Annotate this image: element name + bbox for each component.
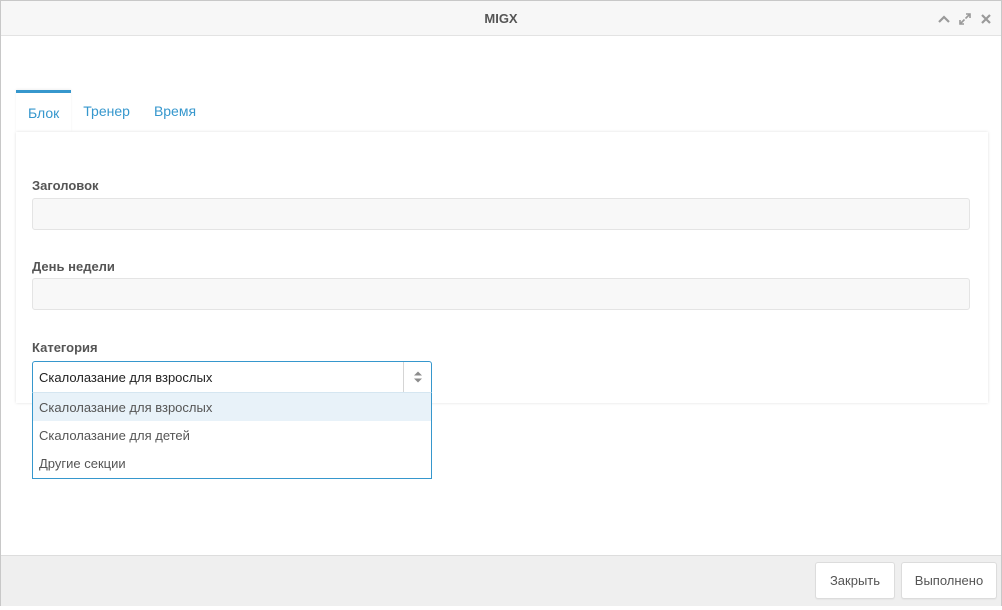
tab-time[interactable]: Время [142,90,208,132]
window-tools [935,10,995,28]
category-option[interactable]: Скалолазание для взрослых [33,393,431,421]
category-option[interactable]: Другие секции [33,449,431,477]
tab-strip: Блок Тренер Время [16,90,208,132]
weekday-field-label: День недели [32,259,115,274]
migx-dialog: MIGX Блок Тренер Время Заголовок День не… [0,0,1002,606]
category-options-list: Скалолазание для взрослых Скалолазание д… [32,392,432,479]
title-field-label: Заголовок [32,178,99,193]
category-field-label: Категория [32,340,98,355]
weekday-field-input[interactable] [32,278,970,310]
category-select[interactable]: Скалолазание для взрослых [32,361,432,393]
expand-icon[interactable] [956,10,974,28]
title-field-input[interactable] [32,198,970,230]
category-select-value: Скалолазание для взрослых [39,370,213,385]
close-button[interactable]: Закрыть [815,562,895,599]
category-option[interactable]: Скалолазание для детей [33,421,431,449]
tab-block[interactable]: Блок [16,90,72,132]
dialog-title: MIGX [484,11,518,26]
tab-block-label: Блок [28,104,60,121]
close-icon[interactable] [977,10,995,28]
collapse-icon[interactable] [935,10,953,28]
tab-trainer[interactable]: Тренер [71,90,142,132]
select-arrows-icon[interactable] [403,362,431,392]
dialog-titlebar[interactable]: MIGX [1,1,1001,36]
tab-trainer-label: Тренер [83,103,130,119]
tab-time-label: Время [153,103,197,119]
done-button[interactable]: Выполнено [901,562,997,599]
dialog-footer: Закрыть Выполнено [1,555,1001,606]
